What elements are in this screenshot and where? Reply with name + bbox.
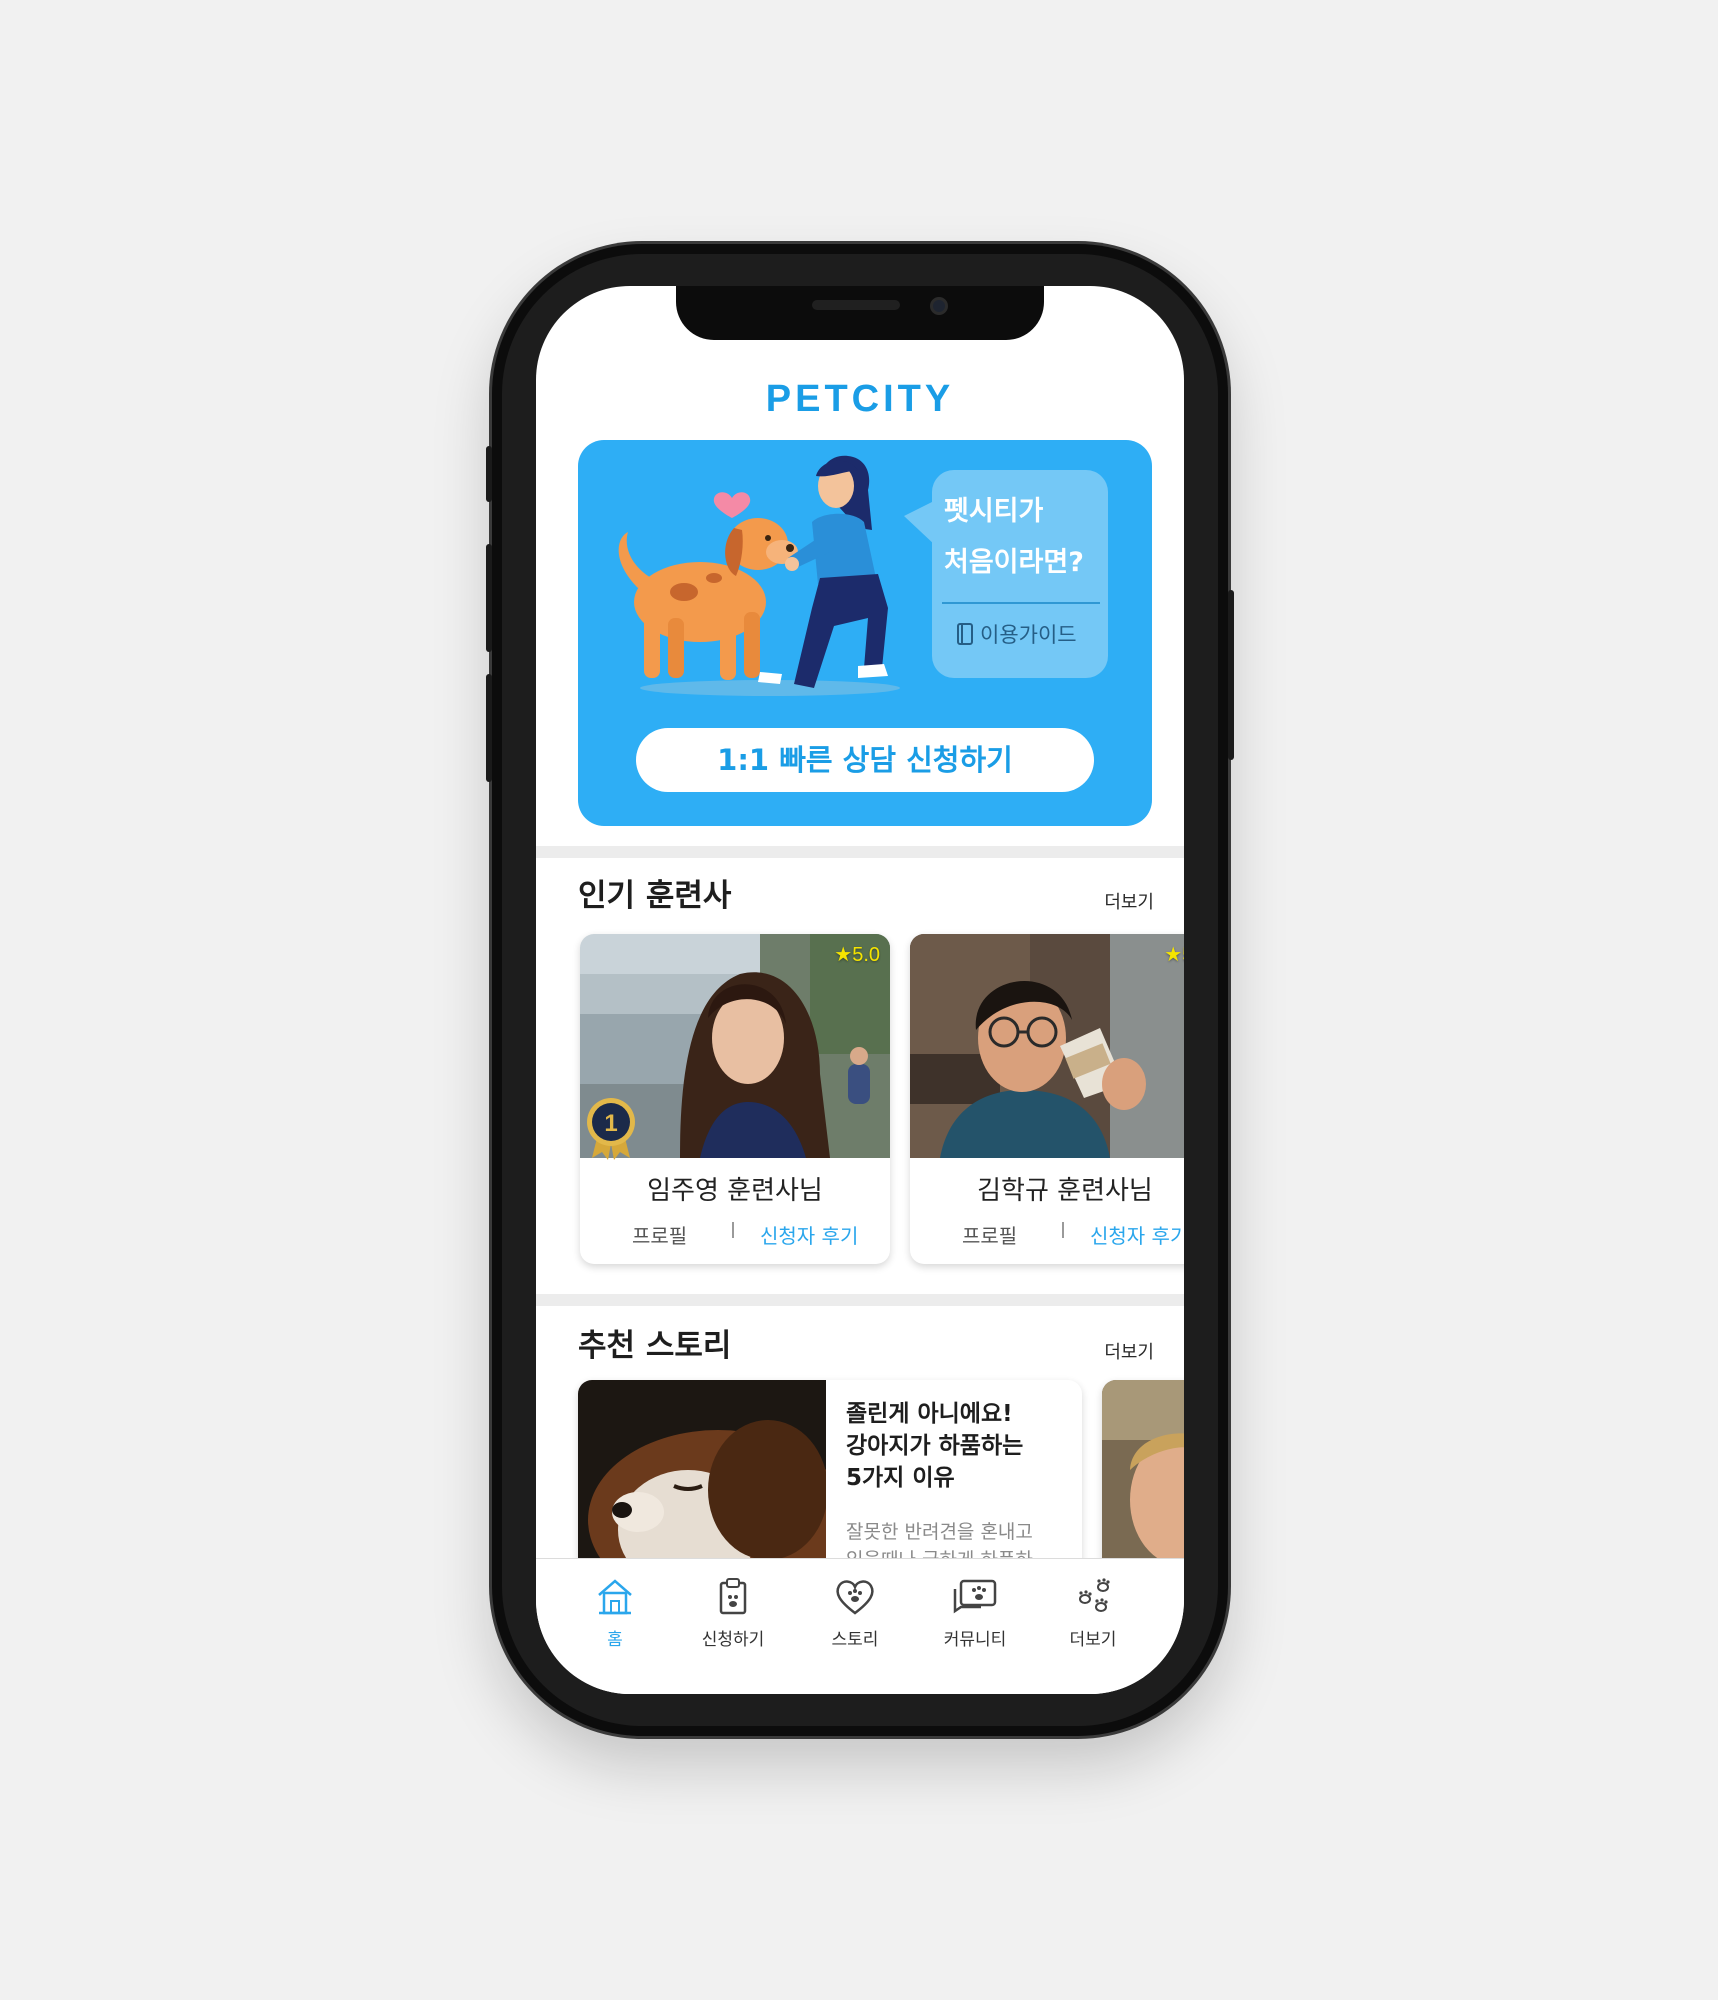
trainer-links: 프로필 신청자 후기 (580, 1220, 890, 1250)
trainer-rating: ★5.0 (834, 944, 880, 966)
trainer-name: 임주영 훈련사님 (647, 1176, 823, 1206)
dog-and-owner-illustration (618, 455, 900, 696)
power-button (1228, 590, 1234, 760)
bubble-line-2: 처음이라면? (944, 547, 1084, 578)
home-icon (598, 1579, 632, 1615)
speaker (812, 300, 900, 310)
guide-label: 이용가이드 (980, 623, 1077, 647)
stories-more-link[interactable]: 더보기 (1104, 1338, 1154, 1364)
trainer-rating: ★5.0 (1164, 944, 1184, 966)
app-title: PETCITY (765, 378, 955, 420)
tab-home-label: 홈 (607, 1630, 623, 1650)
trainer-links: 프로필 신청자 후기 (910, 1220, 1184, 1250)
story-title-line: 5가지 이유 (846, 1465, 955, 1491)
story-photo (1102, 1380, 1184, 1580)
section-divider (536, 1294, 1184, 1306)
tab-bar: 홈 신청하기 스토리 커뮤니티 더보기 (536, 1558, 1184, 1694)
clipboard-icon (719, 1578, 747, 1615)
chat-paw-icon (953, 1579, 997, 1614)
story-card[interactable] (1102, 1380, 1184, 1580)
rank-1-medal-icon: 1 (587, 1098, 635, 1160)
tab-more[interactable]: 더보기 (1038, 1577, 1148, 1650)
guide-link[interactable]: 이용가이드 (956, 616, 1077, 652)
phone-screen: PETCITY 펫시티가 처음이라면? 이용가이드 1:1 빠른 상담 신청하기… (536, 286, 1184, 1694)
trainer-card[interactable]: ★5.0 김학규 훈련사님 프로필 신청자 후기 (910, 934, 1184, 1264)
front-camera (930, 297, 948, 315)
story-title: 졸린게 아니에요! 강아지가 하품하는 5가지 이유 (846, 1398, 1026, 1494)
volume-up-button (486, 544, 492, 652)
link-separator (1062, 1222, 1064, 1238)
tab-community[interactable]: 커뮤니티 (920, 1577, 1030, 1650)
guide-banner[interactable]: 펫시티가 처음이라면? 이용가이드 1:1 빠른 상담 신청하기 (578, 440, 1152, 826)
svg-text:1: 1 (604, 1110, 617, 1137)
volume-down-button (486, 674, 492, 782)
tab-story[interactable]: 스토리 (800, 1577, 910, 1650)
trainer-name: 김학규 훈련사님 (977, 1176, 1153, 1206)
story-card[interactable]: 졸린게 아니에요! 강아지가 하품하는 5가지 이유 잘못한 반려견을 혼내고 … (578, 1380, 1082, 1580)
trainer-card[interactable]: ★5.0 1 임주영 훈련사님 프로필 신청자 후기 (580, 934, 890, 1264)
heart-paw-icon (836, 1580, 874, 1615)
tab-home[interactable]: 홈 (560, 1577, 670, 1650)
tab-apply-label: 신청하기 (701, 1630, 765, 1650)
mute-switch (486, 446, 492, 502)
link-separator (732, 1222, 734, 1238)
tab-apply[interactable]: 신청하기 (678, 1577, 788, 1650)
stories-section-title: 추천 스토리 (578, 1328, 732, 1364)
trainer-photo (910, 934, 1184, 1158)
reviews-link[interactable]: 신청자 후기 (760, 1220, 858, 1249)
bubble-line-1: 펫시티가 (944, 496, 1044, 527)
story-photo (578, 1380, 826, 1580)
reviews-link[interactable]: 신청자 후기 (1090, 1220, 1184, 1249)
story-desc-line: 잘못한 반려견을 혼내고 (846, 1521, 1033, 1543)
tab-more-label: 더보기 (1069, 1630, 1117, 1650)
profile-link[interactable]: 프로필 (962, 1220, 1017, 1249)
story-title-line: 강아지가 하품하는 (846, 1433, 1024, 1459)
tab-community-label: 커뮤니티 (943, 1630, 1007, 1650)
paws-icon (1079, 1578, 1110, 1612)
trainers-more-link[interactable]: 더보기 (1104, 888, 1154, 914)
story-title-line: 졸린게 아니에요! (846, 1401, 1013, 1427)
notch (676, 286, 1044, 340)
speech-bubble: 펫시티가 처음이라면? 이용가이드 (932, 470, 1108, 678)
tab-story-label: 스토리 (831, 1630, 879, 1650)
consultation-button[interactable]: 1:1 빠른 상담 신청하기 (636, 728, 1094, 792)
book-icon (957, 623, 973, 645)
profile-link[interactable]: 프로필 (632, 1220, 687, 1249)
bubble-divider (942, 602, 1100, 604)
trainers-section-title: 인기 훈련사 (578, 878, 732, 914)
bubble-text: 펫시티가 처음이라면? (944, 486, 1104, 588)
section-divider (536, 846, 1184, 858)
